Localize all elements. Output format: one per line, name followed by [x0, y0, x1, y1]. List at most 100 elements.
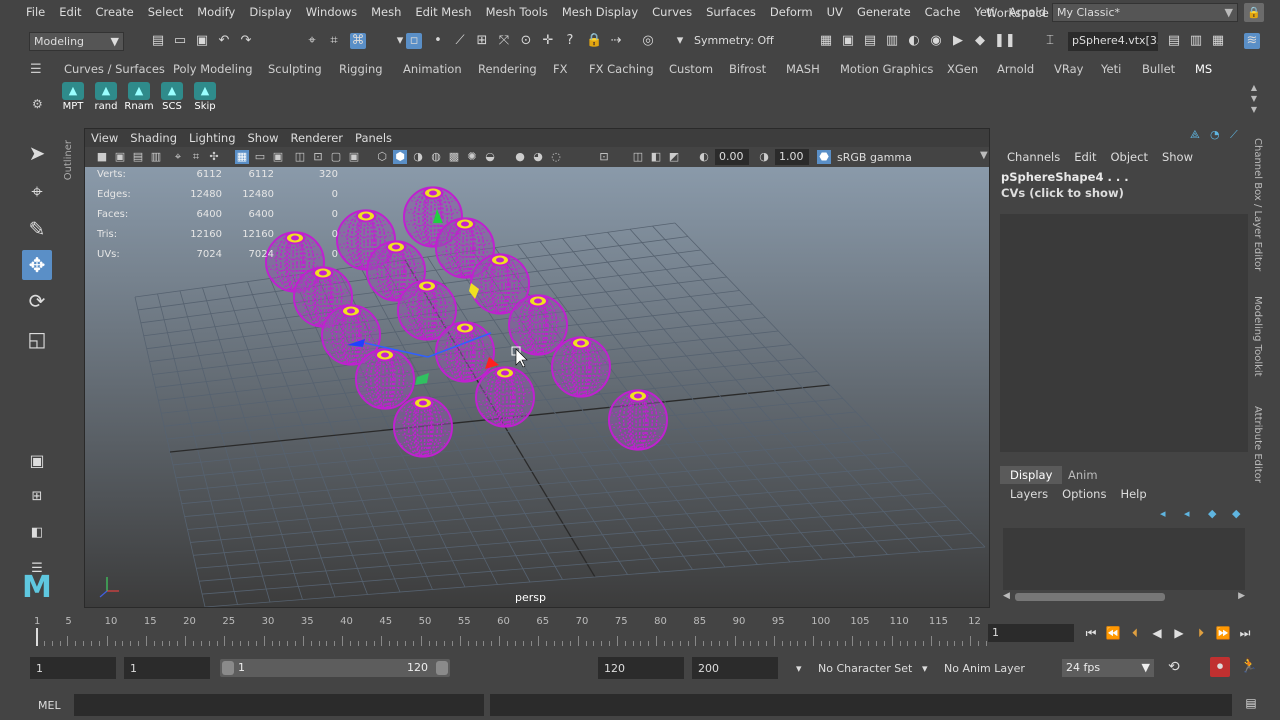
channel-box-area[interactable]: [1000, 214, 1248, 452]
channel-icon-a[interactable]: ⟁: [1190, 128, 1200, 142]
camera-icon[interactable]: ■: [95, 150, 109, 164]
menu-set-select[interactable]: Modeling ▼: [29, 32, 124, 51]
chevron-down-icon[interactable]: ▾: [796, 662, 802, 675]
side-tab[interactable]: Attribute Editor: [1252, 406, 1263, 483]
viewport-panel[interactable]: View Shading Lighting Show Renderer Panels ■ …: [84, 128, 990, 608]
chevron-down-icon[interactable]: ▾: [922, 662, 928, 675]
shelf-scroll[interactable]: ▲ ▼ ▼: [1248, 82, 1260, 116]
menu-item[interactable]: File: [0, 5, 52, 19]
shelf-menu-icon[interactable]: ☰: [30, 62, 42, 77]
select-vertex-icon[interactable]: ▫: [406, 33, 422, 49]
move-layer-down-icon[interactable]: ◂: [1184, 507, 1190, 520]
lock-selection-icon[interactable]: 🔒: [586, 33, 602, 49]
select-point-icon[interactable]: •: [430, 33, 446, 49]
move-layer-up-icon[interactable]: ◂: [1160, 507, 1166, 520]
current-time-marker[interactable]: [36, 628, 38, 646]
bookmark-icon[interactable]: ▤: [131, 150, 145, 164]
snap-view-icon[interactable]: ✛: [540, 33, 556, 49]
script-editor-icon[interactable]: ▤: [1242, 696, 1260, 714]
channel-box-menu-item[interactable]: Object: [1104, 150, 1155, 164]
sphere-object[interactable]: [435, 321, 495, 383]
sphere-object[interactable]: [393, 396, 453, 458]
select-tool-icon[interactable]: ➤: [22, 138, 52, 168]
motion-blur-icon[interactable]: ◕: [531, 150, 545, 164]
shelf-tab[interactable]: Bullet: [1142, 62, 1175, 76]
shelf-tab[interactable]: Bifrost: [729, 62, 766, 76]
shelf-tab[interactable]: Poly Modeling: [173, 62, 253, 76]
redo-icon[interactable]: ↷: [238, 33, 254, 49]
menu-item[interactable]: Edit Mesh: [408, 5, 478, 19]
pause-icon[interactable]: ❚❚: [994, 33, 1016, 49]
shadows-icon[interactable]: ◒: [483, 150, 497, 164]
snap-live-icon[interactable]: ◎: [640, 33, 656, 49]
layer-list[interactable]: [1003, 528, 1245, 590]
step-back-key-icon[interactable]: ⏪: [1104, 624, 1122, 642]
viewport-menu-item[interactable]: Renderer: [285, 129, 350, 147]
range-start-handle[interactable]: [222, 661, 234, 675]
menu-item[interactable]: UV: [820, 5, 850, 19]
range-end-handle[interactable]: [436, 661, 448, 675]
shelf-tab[interactable]: Custom: [669, 62, 713, 76]
scroll-right-icon[interactable]: ▶: [1238, 591, 1245, 601]
menu-item[interactable]: Deform: [763, 5, 820, 19]
loop-icon[interactable]: ⟲: [1168, 659, 1180, 675]
menu-item[interactable]: Mesh: [364, 5, 408, 19]
channel-icon-c[interactable]: ⟋: [1230, 128, 1238, 142]
channel-box-menu-item[interactable]: Show: [1155, 150, 1200, 164]
film-gate-icon[interactable]: ▭: [253, 150, 267, 164]
anim-prefs-icon[interactable]: 🏃: [1240, 658, 1257, 674]
wireframe-icon[interactable]: ⬡: [375, 150, 389, 164]
hypershade-icon[interactable]: ◐: [906, 33, 922, 49]
viewport-menu-item[interactable]: Shading: [124, 129, 183, 147]
menu-item[interactable]: Surfaces: [699, 5, 763, 19]
wireframe-on-shaded-icon[interactable]: ◍: [429, 150, 443, 164]
viewport-menu-item[interactable]: Show: [242, 129, 285, 147]
sphere-object[interactable]: [508, 294, 568, 356]
sphere-object[interactable]: [551, 336, 611, 398]
range-bar[interactable]: 1 120: [220, 659, 450, 677]
anim-layer-label[interactable]: No Anim Layer: [944, 662, 1025, 675]
workspace-select[interactable]: My Classic* ▼: [1052, 3, 1238, 22]
snap-point-icon[interactable]: ⊙: [518, 33, 534, 49]
sphere-object[interactable]: [608, 389, 668, 451]
xray-components-icon[interactable]: ◩: [667, 150, 681, 164]
viewport-menu-item[interactable]: Lighting: [183, 129, 241, 147]
new-layer-selected-icon[interactable]: ◆: [1232, 507, 1240, 520]
shape-name[interactable]: pSphereShape4 . . .: [1001, 170, 1129, 184]
shelf-tab[interactable]: Sculpting: [268, 62, 322, 76]
anti-aliasing-icon[interactable]: ◌: [549, 150, 563, 164]
image-plane-icon[interactable]: ▥: [149, 150, 163, 164]
menu-item[interactable]: Windows: [299, 5, 364, 19]
camera-attributes-icon[interactable]: ▣: [113, 150, 127, 164]
play-forwards-icon[interactable]: ▶: [1170, 624, 1188, 642]
object-name-field[interactable]: pSphere4.vtx[356]: [1068, 32, 1158, 51]
render-settings-icon[interactable]: ▥: [884, 33, 900, 49]
undo-icon[interactable]: ↶: [216, 33, 232, 49]
color-management-icon[interactable]: ⬣: [817, 150, 831, 164]
layer-editor-menu-item[interactable]: Options: [1055, 487, 1113, 501]
end-time-field[interactable]: 200: [692, 657, 778, 679]
chevron-down-icon[interactable]: ▼: [980, 150, 988, 161]
channel-box-menu-item[interactable]: Edit: [1067, 150, 1103, 164]
time-track[interactable]: [30, 626, 987, 646]
lock-camera-icon[interactable]: ⌗: [189, 150, 203, 164]
four-view-icon[interactable]: ⊞: [22, 482, 52, 512]
default-material-icon[interactable]: ◑: [411, 150, 425, 164]
2d-pan-icon[interactable]: ✣: [207, 150, 221, 164]
input-line-icon[interactable]: ⌶: [1042, 33, 1058, 49]
tool-settings-icon[interactable]: ▥: [1188, 33, 1204, 49]
mel-label[interactable]: MEL: [38, 699, 61, 712]
shelf-button[interactable]: ▲ MPT: [58, 82, 88, 114]
use-all-lights-icon[interactable]: ✺: [465, 150, 479, 164]
new-layer-icon[interactable]: ◆: [1208, 507, 1216, 520]
shelf-tab[interactable]: Motion Graphics: [840, 62, 933, 76]
step-forward-frame-icon[interactable]: ⏵: [1192, 624, 1210, 642]
sphere-object[interactable]: [475, 366, 535, 428]
cvs-hint[interactable]: CVs (click to show): [1001, 186, 1124, 200]
channel-box-menu-item[interactable]: Channels: [1000, 150, 1067, 164]
shelf-tab[interactable]: XGen: [947, 62, 978, 76]
color-space-select[interactable]: sRGB gamma: [837, 151, 912, 164]
vray-render-icon[interactable]: ◆: [972, 33, 988, 49]
scroll-left-icon[interactable]: ◀: [1003, 591, 1010, 601]
select-hierarchy-icon[interactable]: ⌖: [304, 33, 320, 49]
